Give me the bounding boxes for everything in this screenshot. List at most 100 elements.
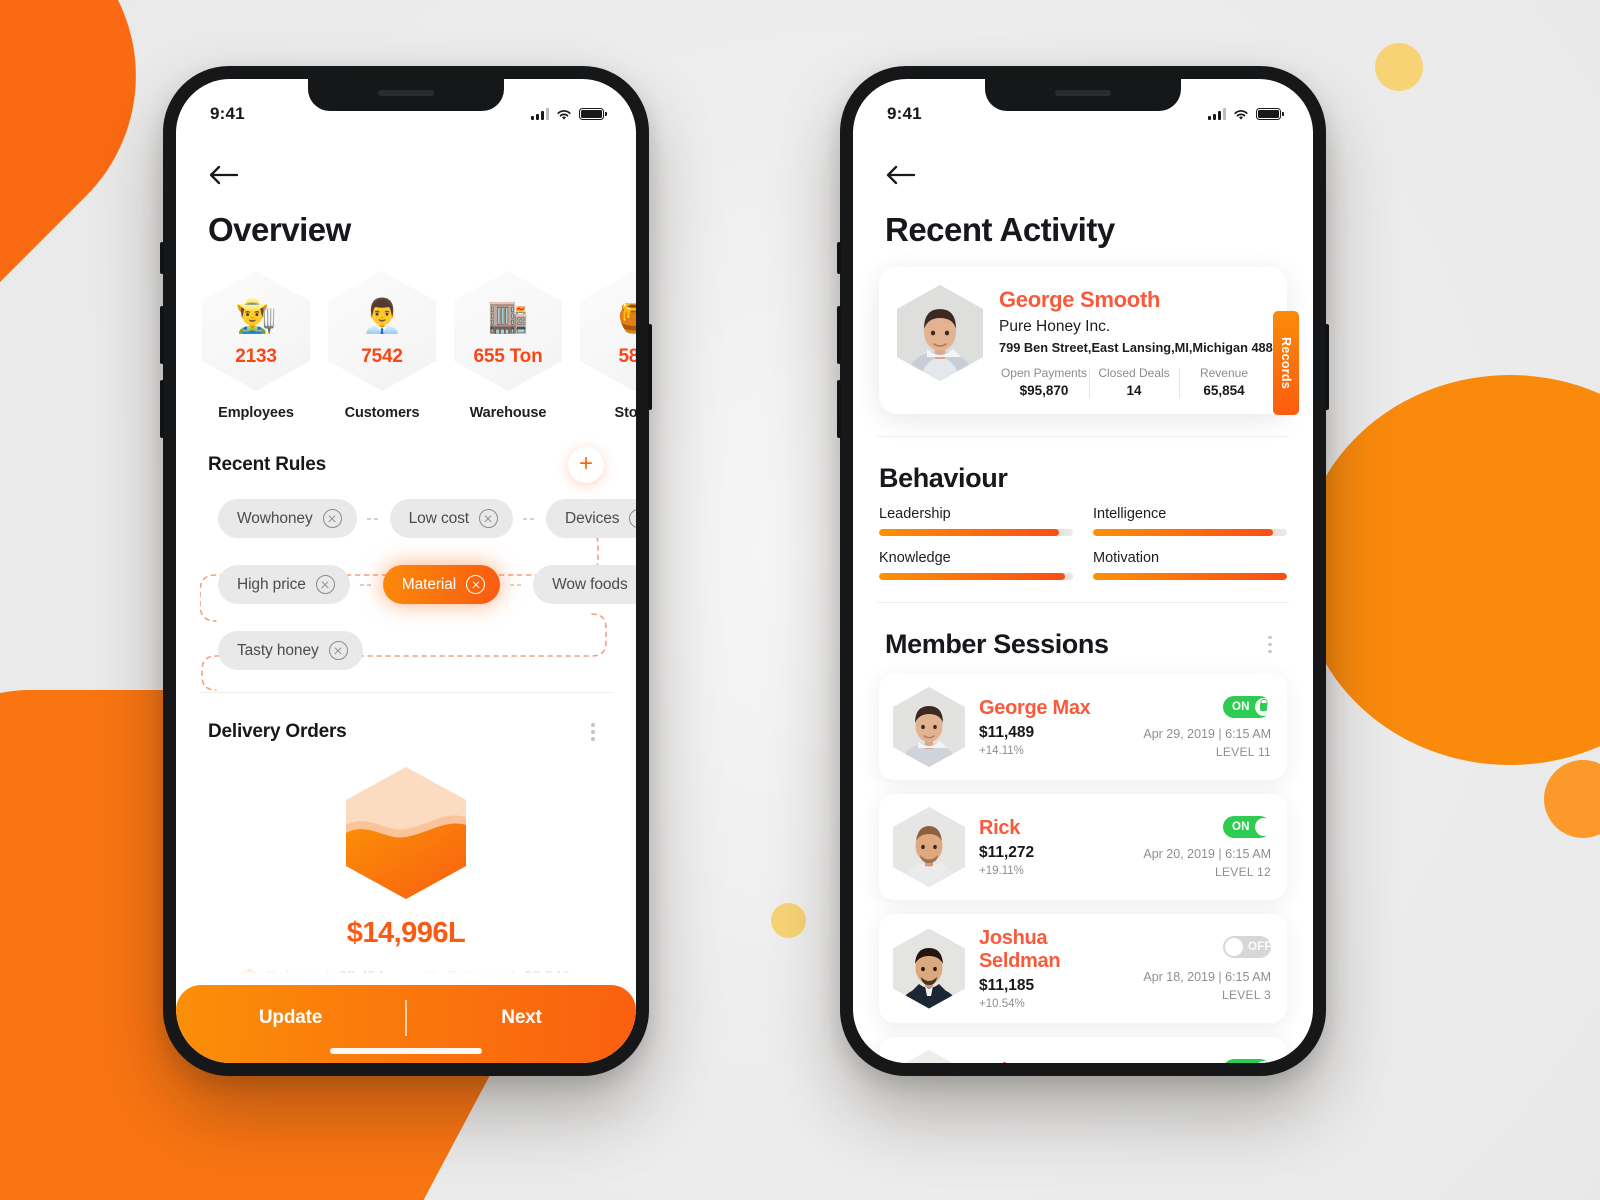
close-icon[interactable]: [629, 509, 636, 528]
rule-row: Tasty honey: [200, 631, 612, 670]
member-status-toggle[interactable]: ON: [1223, 1058, 1273, 1063]
phone-power-button[interactable]: [1325, 324, 1329, 410]
member-percent: +10.54%: [979, 998, 1025, 1010]
rules-flow: Wowhoney Low cost Devices High price Mat…: [200, 499, 636, 691]
back-arrow-icon[interactable]: [208, 161, 242, 189]
member-row-rick[interactable]: Rick $11,272 +19.11% ON Apr 20, 2019 | 6…: [879, 794, 1287, 900]
next-button[interactable]: Next: [407, 1007, 636, 1041]
signal-bars-icon: [531, 108, 549, 120]
close-icon[interactable]: [322, 509, 342, 528]
progress-track: [879, 529, 1073, 536]
rule-chip-wowhoney[interactable]: Wowhoney: [218, 499, 357, 538]
back-arrow-icon[interactable]: [885, 161, 919, 189]
stat-card-customers[interactable]: 👨‍💼 7542 Customers: [324, 271, 440, 421]
member-info: George Max $11,489 +14.11%: [979, 697, 1129, 757]
delivery-total-value: $14,996L: [346, 917, 466, 949]
behaviour-item-leadership: Leadership: [879, 506, 1073, 536]
close-icon[interactable]: [478, 509, 498, 528]
recent-rules-header: Recent Rules +: [208, 447, 604, 483]
add-rule-button[interactable]: +: [568, 447, 604, 483]
member-meta: ON Apr 20, 2019 | 6:15 AM LEVEL 12: [1143, 815, 1273, 879]
contact-stats: Open Payments $95,870 Closed Deals 14 Re…: [999, 366, 1269, 398]
farmer-icon: 👨‍🌾: [235, 296, 277, 334]
phone-notch: [985, 79, 1181, 111]
member-status-toggle[interactable]: OFF: [1223, 935, 1271, 958]
delivery-gauge: [176, 767, 636, 899]
phone-left-screen: 9:41 Overview 👨‍🌾 2133 E: [176, 79, 636, 1063]
phone-volume-up-button[interactable]: [837, 306, 841, 364]
stat-closed-deals: Closed Deals 14: [1089, 366, 1179, 398]
chip-label: Tasty honey: [237, 641, 319, 659]
toggle-knob: [1225, 937, 1243, 956]
behaviour-label: Knowledge: [879, 550, 951, 566]
chip-label: Low cost: [408, 509, 469, 527]
avatar: [893, 1050, 965, 1063]
progress-track: [1093, 573, 1287, 580]
member-status-toggle[interactable]: ON: [1223, 695, 1273, 718]
rule-chip-low-cost[interactable]: Low cost: [389, 499, 513, 538]
section-title-recent-rules: Recent Rules: [208, 454, 326, 475]
more-vertical-icon[interactable]: [1259, 632, 1281, 658]
recent-activity-screen: Recent Activity George Smooth Pure Honey…: [853, 79, 1313, 1063]
phone-mute-switch[interactable]: [837, 242, 841, 274]
member-date: Apr 20, 2019 | 6:15 AM: [1143, 846, 1271, 861]
section-title-delivery-orders: Delivery Orders: [208, 721, 347, 742]
section-divider: [877, 436, 1289, 437]
phone-volume-down-button[interactable]: [837, 380, 841, 438]
member-amount: $11,185: [979, 977, 1035, 994]
progress-track: [879, 573, 1073, 580]
toggle-label: ON: [1232, 820, 1250, 833]
stat-card-stock[interactable]: 🍯 584 Stock: [576, 271, 636, 421]
progress-fill: [879, 529, 1060, 536]
close-icon[interactable]: [315, 575, 335, 594]
stat-card-warehouse[interactable]: 🏬 655 Ton Warehouse: [450, 271, 566, 421]
battery-icon: [1256, 108, 1284, 120]
stat-value: 14: [1126, 383, 1142, 398]
phone-power-button[interactable]: [648, 324, 652, 410]
phone-mute-switch[interactable]: [160, 242, 164, 274]
rule-chip-tasty-honey[interactable]: Tasty honey: [218, 631, 363, 670]
member-name: Rick: [979, 817, 1021, 839]
stat-value: 7542: [361, 345, 403, 367]
wifi-icon: [556, 108, 572, 120]
phone-notch: [308, 79, 504, 111]
phone-volume-up-button[interactable]: [160, 306, 164, 364]
member-row-joshua-seldman[interactable]: Joshua Seldman $11,185 +10.54% OFF Apr 1…: [879, 914, 1287, 1023]
behaviour-section: Behaviour Leadership Intelligence Knowle…: [879, 463, 1287, 580]
rule-row: Wowhoney Low cost Devices: [200, 499, 636, 538]
close-icon[interactable]: [466, 575, 486, 594]
member-name: Johnson: [979, 1060, 1129, 1063]
toggle-knob: [1254, 1060, 1273, 1063]
member-row-johnson[interactable]: Johnson $11,140 +10.50% ON Apr 16, 2019 …: [879, 1037, 1287, 1063]
member-name: George Max: [979, 697, 1091, 719]
avatar: [893, 687, 965, 767]
activity-card[interactable]: George Smooth Pure Honey Inc. 799 Ben St…: [879, 267, 1299, 415]
phone-right-screen: 9:41 Recent Activity George Smooth Pure …: [853, 79, 1313, 1063]
member-status-toggle[interactable]: ON: [1223, 815, 1273, 838]
stat-hexagons: 👨‍🌾 2133 Employees 👨‍💼 7542 Customers 🏬: [198, 271, 636, 421]
legend-marker-delivered: [242, 968, 258, 985]
member-info: Rick $11,272 +19.11%: [979, 817, 1129, 877]
avatar: [893, 928, 965, 1009]
records-side-tab[interactable]: Records: [1273, 311, 1299, 415]
rule-chip-material[interactable]: Material: [382, 565, 501, 604]
overview-screen: Overview 👨‍🌾 2133 Employees 👨‍💼 7542 Cus…: [176, 79, 636, 1063]
member-meta: ON Apr 29, 2019 | 6:15 AM LEVEL 11: [1143, 695, 1273, 759]
member-level: LEVEL 12: [1215, 864, 1271, 879]
legend-value: $7,454: [338, 968, 385, 985]
rule-chip-wow-foods[interactable]: Wow foods: [533, 565, 636, 604]
stat-card-employees[interactable]: 👨‍🌾 2133 Employees: [198, 271, 314, 421]
progress-fill: [1093, 529, 1274, 536]
member-row-george-max[interactable]: George Max $11,489 +14.11% ON Apr 29, 20…: [879, 674, 1287, 780]
rule-chip-devices[interactable]: Devices: [545, 499, 636, 538]
rule-chip-high-price[interactable]: High price: [218, 565, 350, 604]
stat-value: 65,854: [1203, 383, 1245, 398]
update-button[interactable]: Update: [176, 1007, 405, 1041]
more-vertical-icon[interactable]: [582, 719, 604, 745]
chip-label: High price: [237, 575, 306, 593]
member-level: LEVEL 11: [1215, 744, 1271, 759]
delivery-legend: Delivered $7,454 Estimated $7,542: [176, 968, 636, 985]
close-icon[interactable]: [328, 641, 348, 660]
toggle-knob: [1254, 697, 1273, 716]
phone-volume-down-button[interactable]: [160, 380, 164, 438]
